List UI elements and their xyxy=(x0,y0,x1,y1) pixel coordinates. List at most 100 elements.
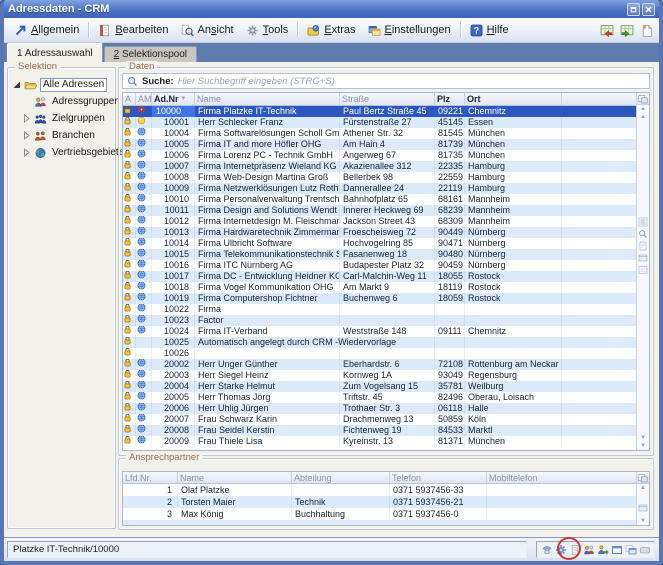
cell-name: Herr Thomas Jörg xyxy=(195,392,340,403)
scroll-down-icon[interactable]: ▼ xyxy=(640,517,646,525)
globe-icon xyxy=(137,271,150,282)
column-header-adnr[interactable]: Ad.Nr▼ xyxy=(152,93,195,105)
column-chooser-button[interactable] xyxy=(637,93,649,105)
doc-list-icon[interactable] xyxy=(568,543,581,556)
search-label: Suche: xyxy=(142,76,174,87)
table-row[interactable]: 10007Firma Internetpräsenz Wieland KGAka… xyxy=(123,161,636,172)
menu-item-ansicht[interactable]: Ansicht xyxy=(175,22,240,39)
table-row[interactable]: 10012Firma Internetdesign M. Fleischmann… xyxy=(123,216,636,227)
menu-item-einstellungen[interactable]: Einstellungen xyxy=(362,22,457,39)
column-header-strasse[interactable]: Straße xyxy=(340,93,435,105)
table-row[interactable]: 10010Firma Personalverwaltung Trentsch G… xyxy=(123,194,636,205)
rail-card-icon[interactable] xyxy=(638,250,648,260)
menu-item-extras[interactable]: Extras xyxy=(301,22,361,39)
table-row[interactable]: 20008Frau Seidel KerstinFichtenweg 19845… xyxy=(123,425,636,436)
table-row[interactable]: 10025Automatisch angelegt durch CRM -Wie… xyxy=(123,337,636,348)
menu-item-bearbeiten[interactable]: Bearbeiten xyxy=(92,22,174,39)
contact-column-header-abteilung[interactable]: Abteilung xyxy=(292,472,390,483)
contact-column-header-mobil[interactable]: Mobiltelefon xyxy=(487,472,636,483)
rail-card-icon[interactable] xyxy=(638,500,648,510)
tree-expander-icon[interactable] xyxy=(22,114,31,123)
cell-filler xyxy=(562,293,636,304)
panel-icon[interactable] xyxy=(638,543,651,556)
tab-2[interactable]: 2 Selektionspool xyxy=(104,46,197,62)
window-double-icon[interactable] xyxy=(624,543,637,556)
scroll-down-icon[interactable]: ▼ xyxy=(640,442,646,450)
table-row[interactable]: 10023Factor xyxy=(123,315,636,326)
new-document-button[interactable] xyxy=(638,22,655,38)
table-row[interactable]: 20002Herr Unger GüntherEberhardstr. 6721… xyxy=(123,359,636,370)
rail-grid-icon[interactable] xyxy=(638,262,648,272)
table-row[interactable]: 10024Firma IT-VerbandWeststraße 14809111… xyxy=(123,326,636,337)
tree-expander-icon[interactable] xyxy=(12,80,21,89)
table-row[interactable]: 10018Firma Vogel Kommunikation OHGAm Mar… xyxy=(123,282,636,293)
user-network-icon[interactable] xyxy=(596,543,609,556)
search-bar[interactable]: Suche: Hier Suchbegriff eingeben (STRG+S… xyxy=(122,73,650,89)
table-row[interactable]: 10001Herr Schlecker FranzFürstenstraße 2… xyxy=(123,117,636,128)
table-row[interactable]: 10004Firma Softwarelösungen Scholl GmbHA… xyxy=(123,128,636,139)
tab-1[interactable]: 1 Adressauswahl xyxy=(7,43,103,62)
contact-row[interactable]: 1Olaf Platzke0371 5937456-33 xyxy=(123,484,636,496)
table-export-button[interactable] xyxy=(598,22,615,38)
tree-item-alle-adressen[interactable]: Alle Adressen xyxy=(12,76,113,93)
contact-column-header-nr[interactable]: Lfd.Nr. xyxy=(123,472,178,483)
menu-item-tools[interactable]: Tools xyxy=(240,22,295,39)
contact-column-header-name[interactable]: Name xyxy=(178,472,292,483)
column-header-am[interactable]: AM xyxy=(136,93,152,105)
table-row[interactable]: 10022Firma xyxy=(123,304,636,315)
table-row[interactable]: 20009Frau Thiele LisaKyreinstr. 1381371M… xyxy=(123,436,636,447)
table-row[interactable]: 20006Herr Uhlig JürgenTrothaer Str. 3061… xyxy=(123,403,636,414)
scroll-down-icon[interactable]: ▼ xyxy=(640,434,646,442)
tree-expander-icon[interactable] xyxy=(22,131,31,140)
close-button[interactable] xyxy=(642,3,655,16)
column-header-name[interactable]: Name xyxy=(195,93,340,105)
table-row[interactable]: 20003Herr Siegel HeinzKornweg 1A93049Reg… xyxy=(123,370,636,381)
table-row[interactable]: 20007Frau Schwarz KarinDrachmenweg 13508… xyxy=(123,414,636,425)
scroll-up-icon[interactable]: ▲ xyxy=(640,105,646,113)
tree-item-adressgruppen[interactable]: Adressgruppen xyxy=(22,93,113,110)
restore-button[interactable] xyxy=(627,3,640,16)
rail-list-icon[interactable] xyxy=(638,214,648,224)
table-row[interactable]: 20005Herr Thomas JörgTriftstr. 4582496Ob… xyxy=(123,392,636,403)
phone-icon[interactable] xyxy=(540,543,553,556)
contact-column-header-telefon[interactable]: Telefon xyxy=(390,472,487,483)
cell-strasse: Weststraße 148 xyxy=(340,326,435,337)
tree-expander-icon[interactable] xyxy=(22,148,31,157)
tree-item-zielgruppen[interactable]: Zielgruppen xyxy=(22,110,113,127)
users-icon[interactable] xyxy=(582,543,595,556)
scroll-up-icon[interactable]: ▲ xyxy=(640,113,646,121)
contact-row[interactable]: 2Torsten MaierTechnik0371 5937456-21 xyxy=(123,496,636,508)
table-row[interactable]: 10006Firma Lorenz PC - Technik GmbHAnger… xyxy=(123,150,636,161)
gear-globe-icon[interactable] xyxy=(554,543,567,556)
table-row[interactable]: 10016Firma ITC Nürnberg AGBudapester Pla… xyxy=(123,260,636,271)
table-row[interactable]: 10011Firma Design and Solutions Wendt Gm… xyxy=(123,205,636,216)
table-import-button[interactable] xyxy=(618,22,635,38)
scroll-up-icon[interactable]: ▲ xyxy=(640,484,646,492)
table-row[interactable]: 10000Firma Platzke IT-TechnikPaul Bertz … xyxy=(123,106,636,117)
window-single-icon[interactable] xyxy=(610,543,623,556)
table-row[interactable]: 10009Firma Netzwerklösungen Lutz RothDan… xyxy=(123,183,636,194)
table-row[interactable]: 10008Firma Web-Design Martina GroßBeller… xyxy=(123,172,636,183)
menu-item-hilfe[interactable]: ?Hilfe xyxy=(464,22,515,39)
cell-plz xyxy=(435,304,465,315)
table-row[interactable]: 20004Herr Starke HelmutZum Vogelsang 153… xyxy=(123,381,636,392)
table-row[interactable]: 10013Firma Hardwaretechnik Zimmerman OHG… xyxy=(123,227,636,238)
cell-ort: Rostock xyxy=(465,282,562,293)
rail-note-icon[interactable] xyxy=(638,238,648,248)
tree-item-branchen[interactable]: Branchen xyxy=(22,127,113,144)
column-header-ort[interactable]: Ort xyxy=(465,93,562,105)
tree-item-vertriebsgebiete[interactable]: Vertriebsgebiete xyxy=(22,144,113,161)
column-header-lock[interactable]: A xyxy=(123,93,136,105)
table-row[interactable]: 10005Firma IT and more Höfler OHGAm Hain… xyxy=(123,139,636,150)
column-header-plz[interactable]: Plz xyxy=(435,93,465,105)
table-row[interactable]: 10015Firma Telekommunikationstechnik Sei… xyxy=(123,249,636,260)
table-row[interactable]: 10026 xyxy=(123,348,636,359)
table-row[interactable]: 10019Firma Computershop FichtnerBuchenwe… xyxy=(123,293,636,304)
menu-item-allgemein[interactable]: Allgemein xyxy=(8,22,85,39)
contact-column-chooser-button[interactable] xyxy=(637,472,649,484)
lock-cell xyxy=(123,304,136,315)
table-row[interactable]: 10017Firma DC - Entwicklung Heidner KGCa… xyxy=(123,271,636,282)
rail-search-icon[interactable] xyxy=(638,226,648,236)
contact-row[interactable]: 3Max KönigBuchhaltung0371 5937456-0 xyxy=(123,508,636,520)
table-row[interactable]: 10014Firma Ulbricht SoftwareHochvogelrin… xyxy=(123,238,636,249)
